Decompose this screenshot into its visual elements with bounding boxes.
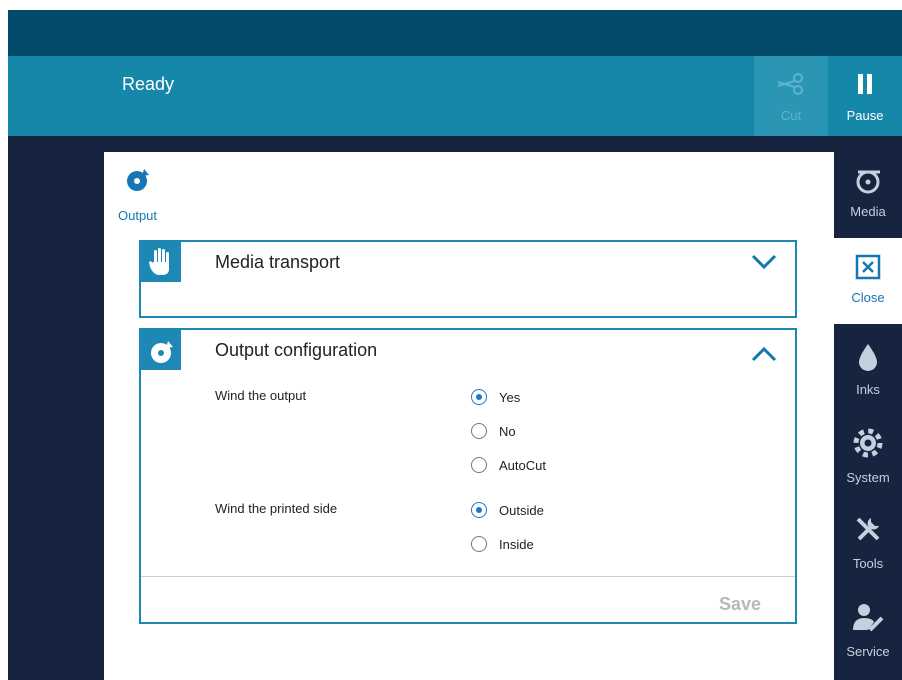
- pause-icon: [858, 74, 872, 94]
- radio-selected[interactable]: [471, 389, 487, 405]
- service-icon: [853, 604, 884, 632]
- cut-button[interactable]: Cut: [754, 56, 828, 136]
- scissors-icon: [777, 73, 803, 95]
- output-icon: [126, 168, 149, 191]
- close-icon: [855, 254, 881, 280]
- radio-label: Outside: [499, 502, 544, 518]
- status-text: Ready: [122, 74, 175, 94]
- sidebar-item-label: Inks: [856, 382, 880, 397]
- wind-side-option-inside[interactable]: Inside: [471, 533, 534, 555]
- sidebar-item-label: Media: [850, 204, 886, 219]
- media-transport-section: Media transport: [139, 240, 797, 318]
- chevron-up-icon[interactable]: [751, 346, 777, 362]
- radio-unselected[interactable]: [471, 423, 487, 439]
- radio-label: Inside: [499, 536, 534, 552]
- sidebar-item-label: Close: [851, 290, 885, 305]
- ink-drop-icon: [859, 344, 877, 371]
- sidebar-item-media[interactable]: Media: [834, 152, 902, 238]
- sidebar-item-label: Service: [846, 644, 890, 659]
- media-roll-icon: [856, 170, 880, 194]
- radio-label: No: [499, 423, 516, 439]
- status-bar: Ready Cut Pause: [8, 56, 902, 136]
- pause-label: Pause: [846, 108, 884, 123]
- hand-icon: [141, 242, 181, 282]
- wind-output-option-no[interactable]: No: [471, 420, 516, 442]
- radio-selected[interactable]: [471, 502, 487, 518]
- radio-label: AutoCut: [499, 457, 546, 473]
- output-configuration-section: Output configuration Wind the output Yes…: [139, 328, 797, 624]
- wind-output-option-autocut[interactable]: AutoCut: [471, 454, 546, 476]
- top-strip: [8, 10, 902, 56]
- sidebar-item-tools[interactable]: Tools: [834, 500, 902, 586]
- wind-side-label: Wind the printed side: [215, 501, 338, 516]
- tools-icon: [856, 517, 880, 541]
- sidebar-item-system[interactable]: System: [834, 414, 902, 500]
- wind-side-option-outside[interactable]: Outside: [471, 499, 544, 521]
- sidebar-item-label: Tools: [852, 556, 884, 571]
- pause-button[interactable]: Pause: [828, 56, 902, 136]
- sidebar-item-close[interactable]: Close: [834, 238, 902, 324]
- radio-unselected[interactable]: [471, 536, 487, 552]
- output-panel: Output Media transport Output configurat…: [104, 152, 834, 680]
- output-configuration-title: Output configuration: [215, 340, 378, 360]
- media-transport-title: Media transport: [215, 252, 341, 272]
- wind-output-label: Wind the output: [215, 388, 307, 403]
- sidebar-item-inks[interactable]: Inks: [834, 328, 902, 414]
- sidebar-item-service[interactable]: Service: [834, 588, 902, 680]
- save-button[interactable]: Save: [719, 594, 761, 615]
- divider: [141, 576, 795, 577]
- panel-label: Output: [118, 208, 158, 223]
- output-icon: [141, 330, 181, 370]
- radio-unselected[interactable]: [471, 457, 487, 473]
- wind-output-option-yes[interactable]: Yes: [471, 386, 520, 408]
- radio-label: Yes: [499, 389, 521, 405]
- chevron-down-icon[interactable]: [751, 254, 777, 270]
- gear-icon: [853, 428, 883, 458]
- sidebar-item-label: System: [846, 470, 890, 485]
- cut-label: Cut: [780, 108, 802, 123]
